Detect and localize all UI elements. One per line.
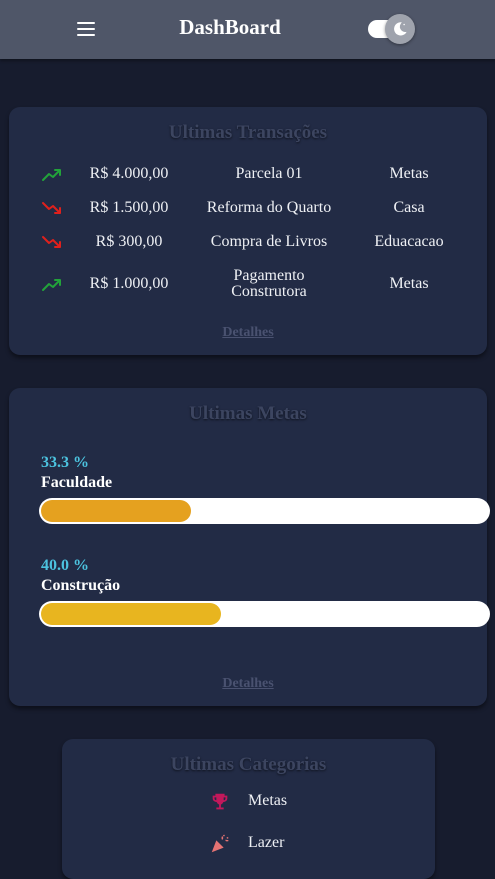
transaction-amount: R$ 300,00	[95, 233, 163, 250]
goals-details-link[interactable]: Detalhes	[9, 676, 487, 692]
goal-percent: 33.3 %	[41, 454, 89, 471]
transaction-description: Parcela 01	[235, 165, 303, 182]
goals-title: Ultimas Metas	[189, 403, 307, 424]
moon-icon	[394, 22, 407, 36]
transaction-amount: R$ 1.000,00	[89, 275, 169, 292]
categories-card: Ultimas Categorias Metas Lazer	[62, 739, 435, 879]
goal-percent: 40.0 %	[41, 557, 89, 574]
goal-progress-fill	[41, 603, 221, 625]
goal-progress-bar	[39, 498, 490, 524]
goal-progress-bar	[39, 601, 490, 627]
trending-up-icon	[42, 279, 61, 291]
transactions-details-link[interactable]: Detalhes	[9, 325, 487, 341]
transaction-category: Metas	[389, 165, 429, 182]
trending-down-icon	[42, 236, 61, 248]
toggle-knob	[385, 14, 415, 44]
transactions-card: Ultimas Transações R$ 4.000,00 Parcela 01…	[9, 107, 487, 355]
category-label: Lazer	[248, 834, 285, 851]
transaction-description: Reforma do Quarto	[206, 199, 332, 216]
transaction-category: Casa	[393, 199, 425, 216]
transaction-amount: R$ 1.500,00	[89, 199, 169, 216]
category-label: Metas	[248, 792, 288, 809]
category-item[interactable]: Lazer	[62, 829, 435, 859]
goal-progress-fill	[41, 500, 191, 522]
theme-toggle-switch[interactable]	[366, 14, 418, 45]
transactions-title: Ultimas Transações	[168, 122, 328, 143]
trending-down-icon	[42, 202, 61, 214]
transaction-row: R$ 1.500,00 Reforma do Quarto Casa	[9, 191, 487, 225]
transaction-description: Pagamento Construtora	[231, 267, 307, 300]
goals-card: Ultimas Metas 33.3 % Faculdade 40.0 % Const…	[9, 388, 490, 706]
categories-title: Ultimas Categorias	[170, 754, 327, 775]
category-item[interactable]: Metas	[62, 787, 435, 817]
transaction-row: R$ 300,00 Compra de Livros Eduacacao	[9, 225, 487, 259]
trending-up-icon	[42, 169, 61, 181]
transaction-row: R$ 1.000,00 Pagamento Construtora Metas	[9, 267, 487, 301]
transaction-description: Compra de Livros	[210, 233, 328, 250]
goal-name: Faculdade	[41, 474, 113, 491]
goal-name: Construção	[41, 577, 121, 594]
top-app-bar: DashBoard	[0, 0, 495, 59]
transaction-category: Eduacacao	[374, 233, 444, 250]
transaction-category: Metas	[389, 275, 429, 292]
transaction-row: R$ 4.000,00 Parcela 01 Metas	[9, 157, 487, 191]
party-popper-icon	[211, 834, 229, 853]
trophy-icon	[212, 793, 228, 810]
transaction-amount: R$ 4.000,00	[89, 165, 169, 182]
